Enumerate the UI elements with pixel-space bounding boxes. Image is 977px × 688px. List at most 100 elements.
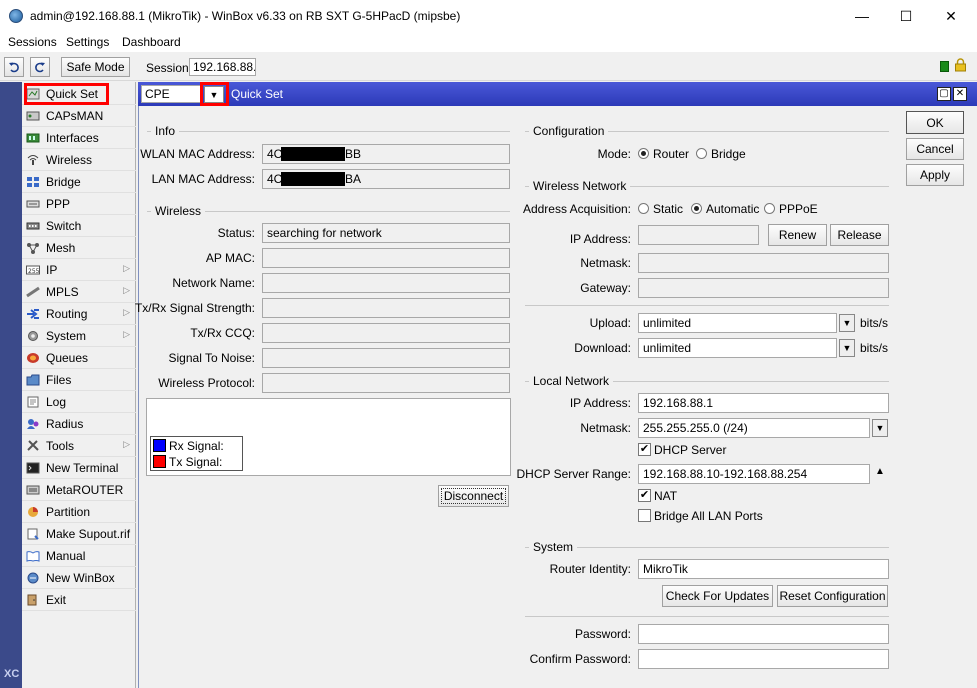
sidebar-item-radius[interactable]: Radius [22, 413, 136, 435]
mode-bridge-label: Bridge [711, 147, 746, 161]
sidebar-item-mpls[interactable]: MPLS ▷ [22, 281, 136, 303]
window-close-button[interactable]: ✕ [953, 87, 967, 101]
redo-button[interactable] [30, 57, 50, 77]
sidebar-item-interfaces[interactable]: Interfaces [22, 127, 136, 149]
submenu-arrow-icon: ▷ [123, 263, 130, 273]
upload-field[interactable]: unlimited [638, 313, 837, 333]
sidebar-item-ip[interactable]: 255 IP ▷ [22, 259, 136, 281]
sidebar-item-label: Files [46, 372, 72, 387]
download-dropdown-button[interactable]: ▼ [839, 339, 855, 357]
sidebar-item-manual[interactable]: Manual [22, 545, 136, 567]
confirm-password-field[interactable] [638, 649, 889, 669]
lock-icon [954, 58, 967, 72]
download-field[interactable]: unlimited [638, 338, 837, 358]
mode-router-radio[interactable] [638, 148, 649, 159]
sidebar-item-label: Exit [46, 592, 67, 607]
minimize-button[interactable]: — [839, 0, 885, 32]
sidebar-item-make-supout[interactable]: Make Supout.rif [22, 523, 136, 545]
ok-button[interactable]: OK [906, 111, 964, 134]
sidebar-item-system[interactable]: System ▷ [22, 325, 136, 347]
window-restore-button[interactable]: ▢ [937, 87, 951, 101]
sidebar-item-wireless[interactable]: Wireless [22, 149, 136, 171]
sidebar-item-bridge[interactable]: Bridge [22, 171, 136, 193]
sidebar-item-label: Make Supout.rif [46, 526, 131, 541]
acq-pppoe-radio[interactable] [764, 203, 775, 214]
rx-signal-label: Rx Signal: [169, 439, 224, 453]
session-field[interactable]: 192.168.88.1 [189, 58, 256, 76]
close-button[interactable]: ✕ [928, 0, 974, 32]
dhcp-server-checkbox[interactable]: ✔ [638, 443, 651, 456]
menu-settings[interactable]: Settings [66, 35, 109, 49]
status-indicator-icon [940, 61, 949, 72]
undo-button[interactable] [4, 57, 24, 77]
system-icon [25, 329, 41, 343]
release-button[interactable]: Release [830, 224, 889, 246]
lan-mac-label: LAN MAC Address: [151, 172, 255, 186]
sidebar-item-partition[interactable]: Partition [22, 501, 136, 523]
chevron-down-icon: ▼ [842, 318, 852, 328]
sidebar-item-label: Log [46, 394, 67, 409]
menu-sessions[interactable]: Sessions [8, 35, 57, 49]
upload-dropdown-button[interactable]: ▼ [839, 314, 855, 332]
sidebar-item-capsman[interactable]: CAPsMAN [22, 105, 136, 127]
info-section-title: Info [151, 124, 180, 138]
acq-pppoe-label: PPPoE [779, 202, 818, 216]
mode-select[interactable]: CPE [141, 85, 201, 103]
collapse-up-icon[interactable]: ▲ [875, 466, 885, 477]
wan-netmask-field [638, 253, 889, 273]
sidebar-item-label: Mesh [46, 240, 76, 255]
dhcp-range-field[interactable]: 192.168.88.10-192.168.88.254 [638, 464, 870, 484]
maximize-button[interactable]: ☐ [883, 0, 929, 32]
download-label: Download: [574, 341, 631, 355]
disconnect-button[interactable]: Disconnect [438, 485, 509, 507]
lan-mac-suffix: BA [345, 172, 362, 186]
sidebar-item-exit[interactable]: Exit [22, 589, 136, 611]
winbox-icon [25, 571, 41, 585]
mode-bridge-radio[interactable] [696, 148, 707, 159]
safe-mode-button[interactable]: Safe Mode [61, 57, 130, 77]
router-identity-field[interactable]: MikroTik [638, 559, 889, 579]
capsman-icon [25, 109, 41, 123]
bridge-all-checkbox[interactable] [638, 509, 651, 522]
wan-netmask-label: Netmask: [580, 256, 631, 270]
sidebar-item-label: PPP [46, 196, 71, 211]
sidebar-item-queues[interactable]: Queues [22, 347, 136, 369]
network-name-field [262, 273, 510, 293]
sidebar-item-new-winbox[interactable]: New WinBox [22, 567, 136, 589]
tx-signal-swatch [153, 455, 166, 468]
renew-button[interactable]: Renew [768, 224, 827, 246]
info-divider [147, 131, 510, 132]
sidebar-item-label: Manual [46, 548, 86, 563]
interfaces-icon [25, 131, 41, 145]
lan-ip-field[interactable]: 192.168.88.1 [638, 393, 889, 413]
reset-configuration-button[interactable]: Reset Configuration [777, 585, 888, 607]
check-for-updates-button[interactable]: Check For Updates [662, 585, 773, 607]
mode-router-label: Router [653, 147, 690, 161]
signal-strength-label: Tx/Rx Signal Strength: [134, 301, 255, 315]
sidebar-item-tools[interactable]: Tools ▷ [22, 435, 136, 457]
lan-netmask-dropdown-button[interactable]: ▼ [872, 419, 888, 437]
sidebar-item-label: System [46, 328, 87, 343]
sidebar-item-ppp[interactable]: PPP [22, 193, 136, 215]
sidebar-item-switch[interactable]: Switch [22, 215, 136, 237]
sidebar-item-mesh[interactable]: Mesh [22, 237, 136, 259]
sidebar-item-files[interactable]: Files [22, 369, 136, 391]
cancel-button[interactable]: Cancel [906, 138, 964, 160]
menu-dashboard[interactable]: Dashboard [122, 35, 181, 49]
lan-netmask-field[interactable]: 255.255.255.0 (/24) [638, 418, 870, 438]
acq-automatic-radio[interactable] [691, 203, 702, 214]
undo-icon [9, 62, 19, 73]
sidebar-item-label: Wireless [46, 152, 93, 167]
upload-unit: bits/s [860, 316, 889, 330]
sidebar-item-new-terminal[interactable]: New Terminal [22, 457, 136, 479]
sidebar-item-routing[interactable]: Routing ▷ [22, 303, 136, 325]
status-field: searching for network [262, 223, 510, 243]
nat-checkbox[interactable]: ✔ [638, 489, 651, 502]
confirm-password-label: Confirm Password: [529, 652, 631, 666]
sidebar-item-metarouter[interactable]: MetaROUTER [22, 479, 136, 501]
apply-button[interactable]: Apply [906, 164, 964, 186]
sidebar-item-label: Switch [46, 218, 82, 233]
sidebar-item-log[interactable]: Log [22, 391, 136, 413]
password-field[interactable] [638, 624, 889, 644]
acq-static-radio[interactable] [638, 203, 649, 214]
